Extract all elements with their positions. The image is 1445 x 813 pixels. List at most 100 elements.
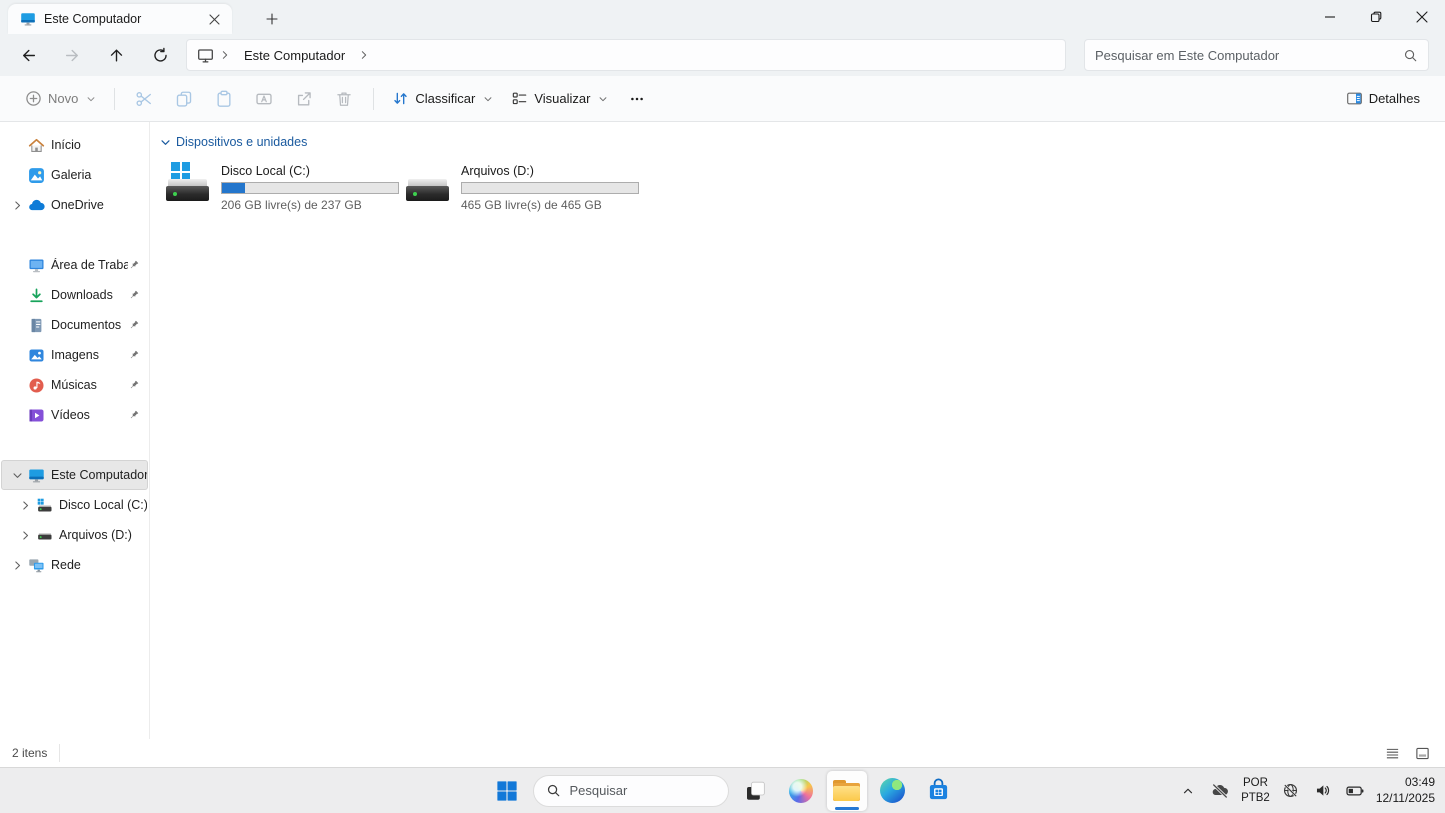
drive-name: Disco Local (C:) [221,163,399,179]
sidebar-item-gallery[interactable]: Galeria [1,160,148,190]
group-header-devices[interactable]: Dispositivos e unidades [160,132,1445,152]
navigation-pane: Início Galeria OneDrive [0,122,150,739]
view-button[interactable]: Visualizar [502,82,617,116]
drive-name: Arquivos (D:) [461,163,639,179]
sidebar-item-home[interactable]: Início [1,130,148,160]
cut-button[interactable] [124,82,164,116]
network-icon [28,557,45,574]
item-count: 2 itens [12,744,60,762]
pin-icon[interactable] [128,349,142,361]
chevron-right-icon[interactable] [12,200,26,211]
pin-icon[interactable] [128,289,142,301]
sidebar-item-music[interactable]: Músicas [1,370,148,400]
volume-icon[interactable] [1312,778,1334,804]
sidebar-item-videos[interactable]: Vídeos [1,400,148,430]
search-placeholder: Pesquisar em Este Computador [1095,48,1403,63]
more-options-button[interactable] [617,82,657,116]
drive-free-space: 465 GB livre(s) de 465 GB [461,198,639,212]
copilot-button[interactable] [781,771,821,811]
sidebar-item-this-pc[interactable]: Este Computador [1,460,148,490]
breadcrumb-this-pc[interactable]: Este Computador [236,48,353,63]
sidebar-item-downloads[interactable]: Downloads [1,280,148,310]
sidebar-label: Downloads [51,288,128,302]
delete-button[interactable] [324,82,364,116]
language-code: POR [1241,776,1270,790]
task-view-button[interactable] [735,771,775,811]
videos-icon [28,407,45,424]
edge-button[interactable] [873,771,913,811]
search-icon [546,783,561,798]
sidebar-item-documents[interactable]: Documentos [1,310,148,340]
details-pane-button[interactable]: Detalhes [1337,82,1429,116]
sidebar-item-desktop[interactable]: Área de Trabalho [1,250,148,280]
pin-icon[interactable] [128,409,142,421]
paste-button[interactable] [204,82,244,116]
sidebar-label: Documentos [51,318,128,332]
chevron-down-icon[interactable] [160,137,171,148]
status-bar: 2 itens [0,739,1445,767]
minimize-button[interactable] [1307,0,1353,34]
drive-tile-c[interactable]: Disco Local (C:) 206 GB livre(s) de 237 … [160,158,400,216]
chevron-down-icon[interactable] [12,470,26,481]
chevron-right-icon[interactable] [20,500,34,511]
drive-tile-d[interactable]: Arquivos (D:) 465 GB livre(s) de 465 GB [400,158,640,216]
search-input[interactable]: Pesquisar em Este Computador [1084,39,1429,71]
edge-icon [880,778,905,803]
pin-icon[interactable] [128,319,142,331]
list-view-toggle[interactable] [1381,742,1403,764]
capacity-bar [461,182,639,194]
up-button[interactable] [98,38,134,72]
battery-icon[interactable] [1344,778,1366,804]
tab-close-icon[interactable] [202,7,226,31]
taskbar-search-placeholder: Pesquisar [570,783,628,798]
chevron-right-icon[interactable] [20,530,34,541]
new-tab-button[interactable] [260,7,284,31]
drive-d-icon [36,527,53,544]
share-button[interactable] [284,82,324,116]
explorer-tab[interactable]: Este Computador [8,4,232,34]
sidebar-item-network[interactable]: Rede [1,550,148,580]
breadcrumb-chevron-icon[interactable] [218,50,232,60]
documents-icon [28,317,45,334]
toolbar-divider [373,88,374,110]
file-explorer-icon [833,780,860,801]
this-pc-icon [28,467,45,484]
forward-button[interactable] [54,38,90,72]
sidebar-item-onedrive[interactable]: OneDrive [1,190,148,220]
start-button[interactable] [487,771,527,811]
close-button[interactable] [1399,0,1445,34]
sidebar-item-pictures[interactable]: Imagens [1,340,148,370]
pictures-icon [28,347,45,364]
copy-button[interactable] [164,82,204,116]
toolbar-divider [114,88,115,110]
onedrive-offline-icon[interactable] [1209,778,1231,804]
system-tray: POR PTB2 03:49 12/11/2025 [1177,768,1435,813]
breadcrumb-chevron-icon[interactable] [357,50,371,60]
taskbar-search[interactable]: Pesquisar [533,775,729,807]
sidebar-item-disk-d[interactable]: Arquivos (D:) [1,520,148,550]
plus-circle-icon [25,90,42,107]
refresh-button[interactable] [142,38,178,72]
new-button[interactable]: Novo [16,82,105,116]
pin-icon[interactable] [128,379,142,391]
tray-chevron-up-icon[interactable] [1177,778,1199,804]
file-explorer-button[interactable] [827,771,867,811]
running-indicator [835,807,859,810]
clock[interactable]: 03:49 12/11/2025 [1376,775,1435,806]
sidebar-item-disk-c[interactable]: Disco Local (C:) [1,490,148,520]
large-thumbnails-toggle[interactable] [1411,742,1433,764]
store-button[interactable] [919,771,959,811]
language-indicator[interactable]: POR PTB2 [1241,776,1270,805]
sidebar-label: Início [51,138,147,152]
no-internet-icon[interactable] [1280,778,1302,804]
details-pane-label: Detalhes [1369,91,1420,106]
rename-button[interactable] [244,82,284,116]
back-button[interactable] [10,38,46,72]
breadcrumb[interactable]: Este Computador [186,39,1066,71]
chevron-right-icon[interactable] [12,560,26,571]
music-icon [28,377,45,394]
sort-button[interactable]: Classificar [383,82,502,116]
sidebar-label: Imagens [51,348,128,362]
restore-button[interactable] [1353,0,1399,34]
pin-icon[interactable] [128,259,142,271]
